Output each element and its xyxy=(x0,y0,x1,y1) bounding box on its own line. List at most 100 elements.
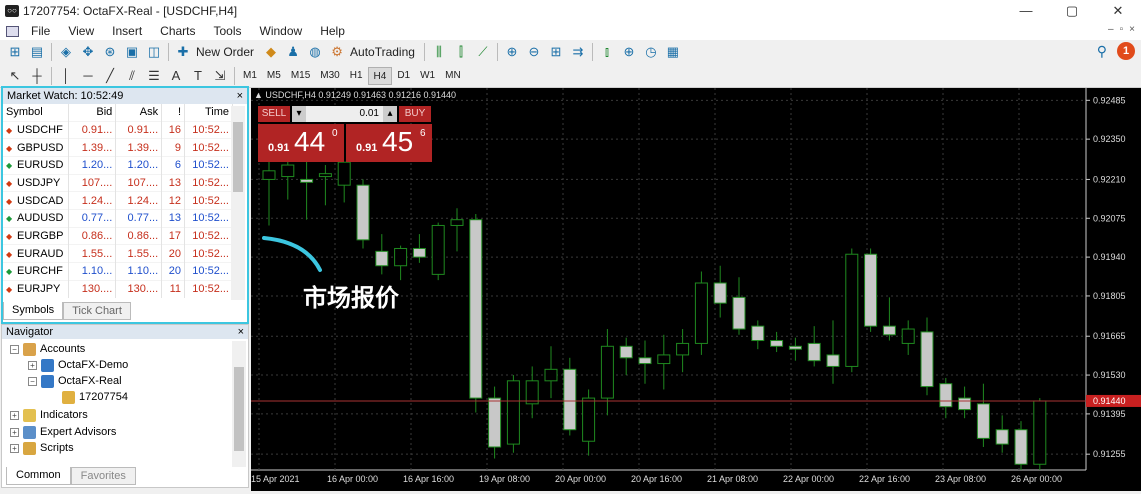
ask-cell[interactable]: 1.24... xyxy=(115,191,163,210)
tf-h4[interactable]: H4 xyxy=(367,66,393,85)
spread-cell[interactable]: 9 xyxy=(161,138,186,157)
terminal-icon[interactable]: ▣ xyxy=(121,42,143,62)
zoom-out-icon[interactable]: ⊖ xyxy=(523,42,545,62)
metaeditor-icon[interactable]: ◆ xyxy=(260,42,282,62)
tf-m5[interactable]: M5 xyxy=(262,67,286,85)
table-row[interactable]: ◆ USDCHF 0.91... 0.91... 16 10:52... xyxy=(3,120,233,139)
tf-d1[interactable]: D1 xyxy=(392,67,415,85)
ask-cell[interactable]: 1.20... xyxy=(115,155,163,175)
col-bid[interactable]: Bid xyxy=(68,104,117,121)
tf-h1[interactable]: H1 xyxy=(345,67,368,85)
channel-icon[interactable]: ⫽ xyxy=(121,66,143,86)
line-chart-icon[interactable]: ⟋ xyxy=(472,42,494,62)
bid-cell[interactable]: 1.20... xyxy=(68,155,117,175)
symbol-cell[interactable]: ◆ EURUSD xyxy=(3,155,70,175)
bid-cell[interactable]: 0.86... xyxy=(68,226,117,245)
bar-chart-icon[interactable]: ⫼ xyxy=(428,42,450,62)
buy-button[interactable]: BUY xyxy=(399,106,431,122)
tab-tick-chart[interactable]: Tick Chart xyxy=(63,302,131,320)
notification-badge[interactable]: 1 xyxy=(1117,42,1135,60)
auto-scroll-icon[interactable]: ⇉ xyxy=(567,42,589,62)
mdi-close-icon[interactable]: × xyxy=(1129,24,1135,35)
ask-cell[interactable]: 0.91... xyxy=(115,120,163,139)
tf-m1[interactable]: M1 xyxy=(238,67,262,85)
indicators-icon[interactable]: ⊕ xyxy=(618,42,640,62)
symbol-cell[interactable]: ◆ EURJPY xyxy=(3,279,70,298)
chart-shift-icon[interactable]: ⫾ xyxy=(596,42,618,62)
trendline-icon[interactable]: ╱ xyxy=(99,66,121,86)
tab-common[interactable]: Common xyxy=(6,467,71,485)
mdi-minimize-icon[interactable]: – xyxy=(1108,24,1114,35)
time-cell[interactable]: 10:52... xyxy=(184,226,233,245)
ask-cell[interactable]: 0.86... xyxy=(115,226,163,245)
menu-help[interactable]: Help xyxy=(311,24,354,38)
zoom-in-icon[interactable]: ⊕ xyxy=(501,42,523,62)
strategy-tester-icon[interactable]: ◫ xyxy=(143,42,165,62)
new-order-icon[interactable]: ✚ xyxy=(172,42,194,62)
menu-insert[interactable]: Insert xyxy=(103,24,151,38)
volume-input[interactable]: 0.01 xyxy=(306,106,383,122)
bid-cell[interactable]: 130.... xyxy=(68,279,117,298)
ask-cell[interactable]: 0.77... xyxy=(115,208,163,228)
bid-cell[interactable]: 1.39... xyxy=(68,138,117,157)
ask-cell[interactable]: 1.39... xyxy=(115,138,163,157)
mdi-restore-icon[interactable]: ▫ xyxy=(1120,24,1124,35)
symbol-cell[interactable]: ◆ USDJPY xyxy=(3,173,70,192)
bid-cell[interactable]: 0.77... xyxy=(68,208,117,228)
buy-price-button[interactable]: 0.91 45 6 xyxy=(346,124,432,162)
symbol-cell[interactable]: ◆ AUDUSD xyxy=(3,208,70,228)
crosshair-icon[interactable]: ┼ xyxy=(26,66,48,86)
navigator-scrollbar[interactable] xyxy=(232,341,246,467)
maximize-button[interactable]: ▢ xyxy=(1049,0,1095,22)
time-cell[interactable]: 10:52... xyxy=(184,191,233,210)
scrollbar-thumb[interactable] xyxy=(233,122,243,192)
table-row[interactable]: ◆ EURUSD 1.20... 1.20... 6 10:52... xyxy=(3,155,233,175)
table-row[interactable]: ◆ USDJPY 107.... 107.... 13 10:52... xyxy=(3,173,233,192)
nav-expert-advisors[interactable]: + Expert Advisors xyxy=(10,424,116,440)
profiles-icon[interactable]: ▤ xyxy=(26,42,48,62)
text-icon[interactable]: A xyxy=(165,66,187,86)
minimize-button[interactable]: — xyxy=(1003,0,1049,22)
table-row[interactable]: ◆ EURCHF 1.10... 1.10... 20 10:52... xyxy=(3,262,233,281)
nav-octafx-demo[interactable]: + OctaFX-Demo xyxy=(28,357,128,373)
ask-cell[interactable]: 107.... xyxy=(115,173,163,192)
sell-price-button[interactable]: 0.91 44 0 xyxy=(258,124,344,162)
autotrading-button[interactable]: AutoTrading xyxy=(350,45,415,59)
symbol-cell[interactable]: ◆ EURAUD xyxy=(3,244,70,263)
nav-account-number[interactable]: 17207754 xyxy=(62,389,128,405)
collapse-icon[interactable]: − xyxy=(10,344,19,354)
spread-cell[interactable]: 13 xyxy=(161,208,186,228)
horizontal-line-icon[interactable]: ─ xyxy=(77,66,99,86)
text-label-icon[interactable]: T xyxy=(187,66,209,86)
data-window-icon[interactable]: ⊛ xyxy=(99,42,121,62)
sell-button[interactable]: SELL xyxy=(258,106,290,122)
tf-w1[interactable]: W1 xyxy=(415,67,440,85)
close-button[interactable]: ✕ xyxy=(1095,0,1141,22)
time-cell[interactable]: 10:52... xyxy=(184,244,233,263)
symbol-cell[interactable]: ◆ GBPUSD xyxy=(3,138,70,157)
nav-scripts[interactable]: + Scripts xyxy=(10,440,74,456)
table-row[interactable]: ◆ USDCAD 1.24... 1.24... 12 10:52... xyxy=(3,191,233,210)
arrows-icon[interactable]: ⇲ xyxy=(209,66,231,86)
autotrading-icon[interactable]: ⚙ xyxy=(326,42,348,62)
symbol-cell[interactable]: ◆ USDCHF xyxy=(3,120,70,139)
volume-down-icon[interactable]: ▾ xyxy=(292,106,306,122)
expand-icon[interactable]: + xyxy=(10,427,19,437)
navigator-close-icon[interactable]: × xyxy=(238,326,244,338)
tile-windows-icon[interactable]: ⊞ xyxy=(545,42,567,62)
time-cell[interactable]: 10:52... xyxy=(184,279,233,298)
spread-cell[interactable]: 20 xyxy=(161,262,186,281)
expand-icon[interactable]: + xyxy=(28,360,37,370)
new-chart-icon[interactable]: ⊞ xyxy=(4,42,26,62)
volume-control[interactable]: ▾ 0.01 ▴ xyxy=(292,106,397,122)
table-row[interactable]: ◆ EURJPY 130.... 130.... 11 10:52... xyxy=(3,279,233,298)
spread-cell[interactable]: 6 xyxy=(161,155,186,175)
fibonacci-icon[interactable]: ☰ xyxy=(143,66,165,86)
spread-cell[interactable]: 17 xyxy=(161,226,186,245)
templates-icon[interactable]: ▦ xyxy=(662,42,684,62)
time-cell[interactable]: 10:52... xyxy=(184,120,233,139)
nav-indicators[interactable]: + Indicators xyxy=(10,407,88,423)
table-row[interactable]: ◆ EURGBP 0.86... 0.86... 17 10:52... xyxy=(3,226,233,245)
ask-cell[interactable]: 130.... xyxy=(115,279,163,298)
nav-octafx-real[interactable]: − OctaFX-Real xyxy=(28,373,122,389)
